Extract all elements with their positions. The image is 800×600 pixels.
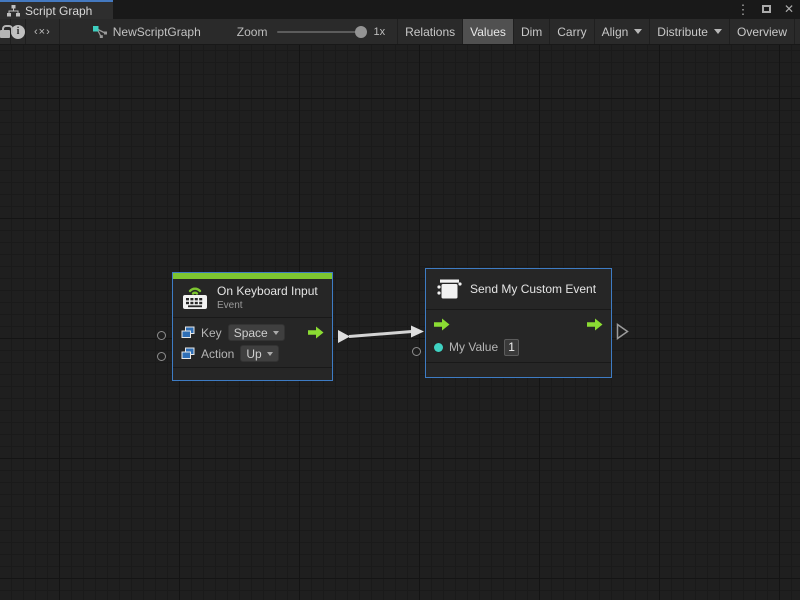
carry-button[interactable]: Carry xyxy=(549,19,593,44)
graph-toolbar: i ‹×› NewScriptGraph Zoom 1x Relations xyxy=(0,19,800,45)
lock-button[interactable] xyxy=(0,19,11,44)
overview-button[interactable]: Overview xyxy=(729,19,794,44)
zoom-slider-handle[interactable] xyxy=(355,26,367,38)
tab-bar: Script Graph ⋮ ✕ xyxy=(0,0,800,19)
node-on-keyboard-input[interactable]: On Keyboard Input Event Key Space xyxy=(172,272,333,381)
action-input-port[interactable] xyxy=(157,352,166,361)
port-label-action: Action xyxy=(201,347,234,361)
script-graph-window: Script Graph ⋮ ✕ i ‹×› NewScriptGraph xyxy=(0,0,800,600)
menu-icon[interactable]: ⋮ xyxy=(736,1,750,18)
port-label-my-value: My Value xyxy=(449,340,498,354)
node-footer xyxy=(173,367,332,376)
port-row-triggers xyxy=(426,314,611,335)
info-button[interactable]: i xyxy=(11,19,26,44)
chevron-down-icon xyxy=(267,352,273,356)
key-input-port[interactable] xyxy=(157,331,166,340)
window-controls: ⋮ ✕ xyxy=(736,0,796,19)
values-button[interactable]: Values xyxy=(462,19,513,44)
fullscreen-button[interactable]: Full S xyxy=(794,19,800,44)
action-value-dropdown[interactable]: Up xyxy=(240,345,278,362)
trigger-output-port[interactable] xyxy=(616,323,629,340)
node-header: On Keyboard Input Event xyxy=(173,279,332,318)
chevron-down-icon xyxy=(714,29,722,34)
dim-button[interactable]: Dim xyxy=(513,19,549,44)
node-body: My Value 1 xyxy=(426,310,611,362)
zoom-label: Zoom xyxy=(237,25,268,39)
trigger-output-arrow-icon[interactable] xyxy=(308,326,324,339)
node-title: On Keyboard Input xyxy=(217,284,318,298)
node-title: Send My Custom Event xyxy=(470,282,596,296)
trigger-input-arrow-icon[interactable] xyxy=(434,318,450,331)
distribute-dropdown-button[interactable]: Distribute xyxy=(649,19,729,44)
tab-script-graph[interactable]: Script Graph xyxy=(0,0,113,19)
node-titles: On Keyboard Input Event xyxy=(217,284,318,311)
trigger-output-arrow-icon[interactable] xyxy=(587,318,603,331)
port-label-key: Key xyxy=(201,326,222,340)
maximize-icon[interactable] xyxy=(759,1,773,18)
key-value-dropdown[interactable]: Space xyxy=(228,324,285,341)
maximize-box xyxy=(762,5,771,13)
tab-title: Script Graph xyxy=(25,4,92,18)
zoom-slider[interactable] xyxy=(277,31,365,33)
chevron-down-icon xyxy=(273,331,279,335)
script-graph-asset-icon xyxy=(93,26,107,38)
my-value-input-port[interactable] xyxy=(412,347,421,356)
node-footer xyxy=(426,362,611,371)
code-preview-button[interactable]: ‹×› xyxy=(26,19,60,44)
code-icon: ‹×› xyxy=(34,26,51,38)
port-row-action: Action Up xyxy=(173,343,332,364)
chevron-down-icon xyxy=(634,29,642,34)
node-subtitle: Event xyxy=(217,300,318,311)
graph-canvas[interactable]: On Keyboard Input Event Key Space xyxy=(0,45,800,600)
relations-button[interactable]: Relations xyxy=(397,19,462,44)
port-row-my-value: My Value 1 xyxy=(426,335,611,359)
my-value-input[interactable]: 1 xyxy=(504,339,519,356)
value-port-icon[interactable] xyxy=(434,343,443,352)
graph-name-breadcrumb[interactable]: NewScriptGraph xyxy=(85,19,209,44)
node-body: Key Space Action Up xyxy=(173,318,332,367)
window-value-icon xyxy=(181,326,195,339)
node-header: Send My Custom Event xyxy=(426,269,611,310)
graph-name-label: NewScriptGraph xyxy=(113,25,201,39)
connection-wire[interactable] xyxy=(0,45,800,600)
window-value-icon xyxy=(181,347,195,360)
graph-hierarchy-icon xyxy=(7,5,20,17)
info-icon: i xyxy=(11,25,25,39)
node-send-my-custom-event[interactable]: Send My Custom Event My Value 1 xyxy=(425,268,612,378)
custom-event-icon xyxy=(436,277,462,301)
close-icon[interactable]: ✕ xyxy=(782,1,796,18)
zoom-value: 1x xyxy=(373,26,385,38)
keyboard-icon xyxy=(181,285,209,311)
zoom-control: Zoom 1x xyxy=(237,19,385,44)
port-row-key: Key Space xyxy=(173,322,332,343)
toolbar-toggle-group: Relations Values Dim Carry Align Distrib… xyxy=(397,19,800,44)
align-dropdown-button[interactable]: Align xyxy=(594,19,650,44)
lock-icon xyxy=(0,30,10,38)
